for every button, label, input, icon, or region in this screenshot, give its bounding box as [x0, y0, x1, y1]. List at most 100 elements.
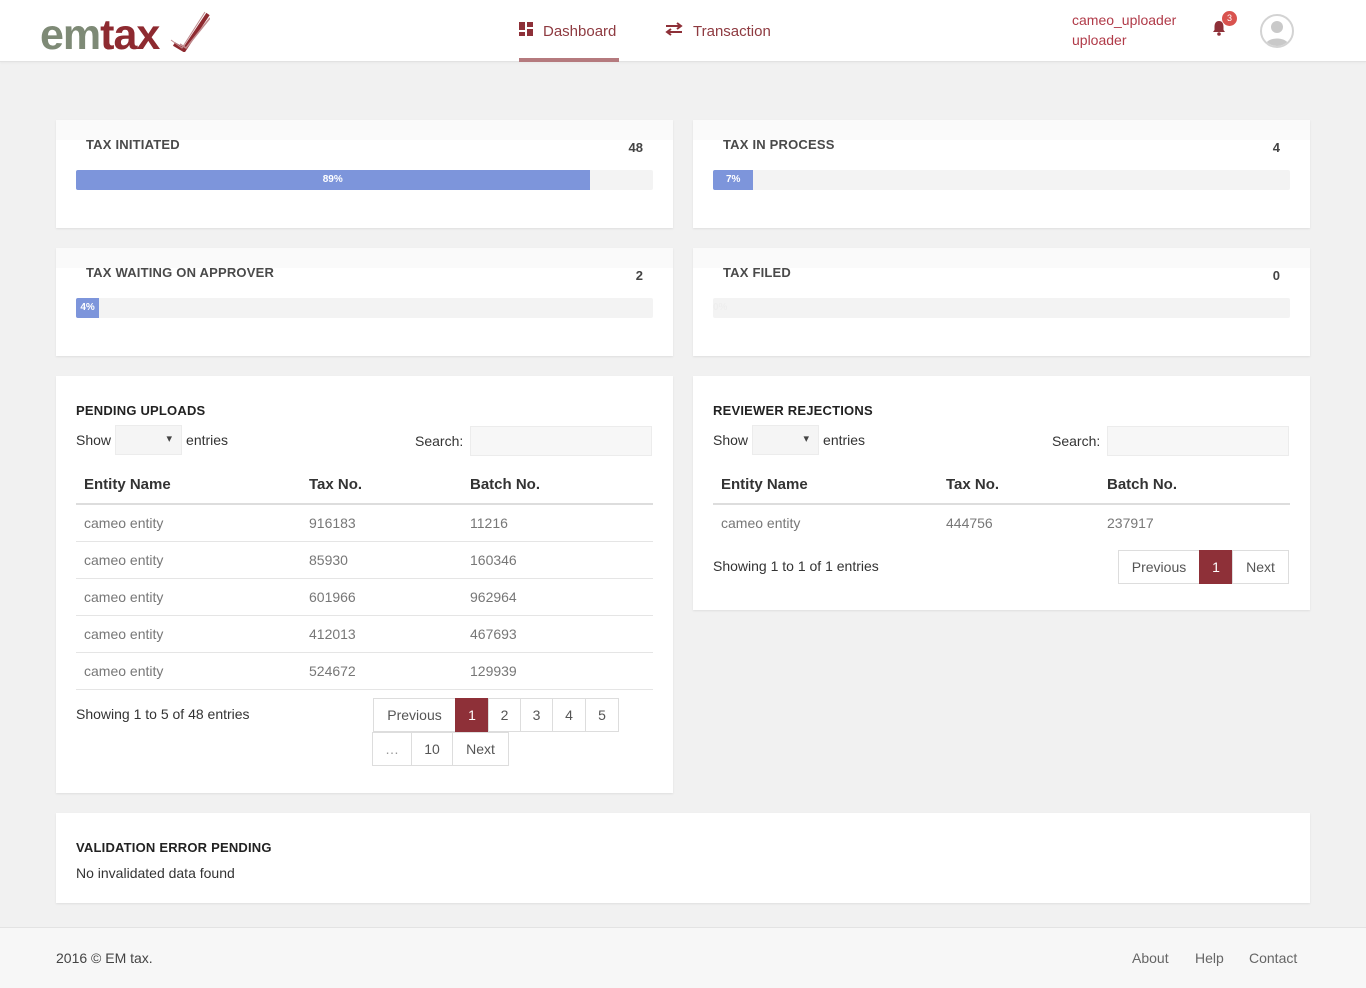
column-header[interactable]: Batch No.	[1099, 466, 1290, 505]
footer: 2016 © EM tax. About Help Contact	[0, 927, 1366, 988]
next-button[interactable]: Next	[452, 732, 509, 766]
page-button[interactable]: 1	[1199, 550, 1233, 584]
page-button[interactable]: 5	[585, 698, 619, 732]
entries-select[interactable]	[115, 425, 183, 455]
table-row[interactable]: cameo entity 524672 129939	[76, 652, 653, 690]
column-header[interactable]: Entity Name	[713, 466, 938, 505]
notification-count-badge: 3	[1222, 11, 1237, 26]
entity-name-cell: cameo entity	[721, 515, 801, 531]
footer-link-about[interactable]: About	[1132, 950, 1169, 966]
nav-transaction[interactable]: Transaction	[665, 0, 771, 62]
table-row[interactable]: cameo entity 601966 962964	[76, 578, 653, 616]
search-input[interactable]	[470, 426, 653, 456]
previous-button[interactable]: Previous	[373, 698, 456, 732]
footer-link-help[interactable]: Help	[1195, 950, 1224, 966]
entity-name-cell: cameo entity	[76, 615, 301, 653]
column-header[interactable]: Entity Name	[76, 466, 301, 505]
table-row[interactable]: cameo entity 412013 467693	[76, 615, 653, 653]
user-name: cameo_uploader	[1072, 12, 1177, 28]
previous-button[interactable]: Previous	[1118, 550, 1200, 584]
logo-checkmark-icon	[170, 11, 210, 52]
pagination: Previous 1 2 3 4 5	[373, 698, 619, 732]
section-title: PENDING UPLOADS	[76, 403, 206, 418]
page-button[interactable]: 1	[455, 698, 489, 732]
footer-link-contact[interactable]: Contact	[1249, 950, 1297, 966]
tax-no-cell: 601966	[301, 578, 462, 616]
table-row[interactable]: cameo entity 444756 237917	[713, 504, 1290, 541]
page-button[interactable]: 4	[552, 698, 586, 732]
search-control: Search:	[415, 426, 653, 456]
stat-count: 2	[635, 268, 643, 283]
empty-message: No invalidated data found	[76, 865, 235, 881]
table-row[interactable]: cameo entity 85930 160346	[76, 541, 653, 579]
stat-card-tax-initiated: TAX INITIATED 48 89%	[56, 120, 673, 228]
entries-select[interactable]	[752, 425, 820, 455]
tax-no-cell: 524672	[301, 652, 462, 690]
progress-bar: 4%	[76, 298, 653, 318]
entity-name-cell: cameo entity	[76, 541, 301, 579]
tax-no-cell: 916183	[301, 504, 462, 542]
user-menu[interactable]: cameo_uploader uploader	[1072, 10, 1176, 50]
entries-label: entries	[186, 432, 229, 448]
column-header[interactable]: Batch No.	[462, 466, 653, 505]
entity-name-cell: cameo entity	[76, 578, 301, 616]
progress-bar: 0%	[713, 298, 1290, 318]
next-button[interactable]: Next	[1232, 550, 1289, 584]
search-control: Search:	[1052, 426, 1290, 456]
progress-fill: 4%	[76, 298, 100, 318]
table-info: Showing 1 to 1 of 1 entries	[713, 558, 879, 574]
pending-uploads-table: Entity Name Tax No. Batch No. cameo enti…	[76, 466, 653, 690]
page-button[interactable]: 10	[411, 732, 453, 766]
nav-dashboard-label: Dashboard	[543, 22, 617, 40]
show-label: Show	[713, 432, 749, 448]
tax-no-cell: 444756	[946, 515, 993, 531]
section-title: REVIEWER REJECTIONS	[713, 403, 873, 418]
progress-fill: 0%	[713, 302, 728, 313]
batch-no-cell: 160346	[462, 541, 653, 579]
table-header-row: Entity Name Tax No. Batch No.	[713, 466, 1290, 505]
stat-count: 4	[1272, 140, 1280, 155]
pagination: Previous 1 Next	[1118, 550, 1289, 584]
batch-no-cell: 11216	[462, 504, 653, 542]
page-button[interactable]: 2	[488, 698, 521, 732]
nav-dashboard[interactable]: Dashboard	[519, 0, 619, 62]
show-label: Show	[76, 432, 112, 448]
column-header[interactable]: Tax No.	[301, 466, 462, 505]
entries-label: entries	[823, 432, 866, 448]
table-header-row: Entity Name Tax No. Batch No.	[76, 466, 653, 505]
dashboard-icon	[519, 22, 533, 40]
stat-card-tax-filed: TAX FILED 0 0%	[693, 248, 1310, 356]
stat-count: 48	[628, 140, 643, 155]
stat-card-tax-waiting-on-approver: TAX WAITING ON APPROVER 2 4%	[56, 248, 673, 356]
validation-error-panel: VALIDATION ERROR PENDING No invalidated …	[56, 813, 1310, 903]
entity-name-cell: cameo entity	[76, 504, 301, 542]
tax-no-cell: 412013	[301, 615, 462, 653]
length-control: Show entries	[76, 425, 228, 455]
top-header: emtax Dashboard Transaction cameo_upload…	[0, 0, 1366, 62]
avatar[interactable]	[1260, 14, 1294, 48]
stat-title: TAX IN PROCESS	[723, 137, 835, 152]
progress-fill: 89%	[76, 170, 590, 190]
progress-bar: 7%	[713, 170, 1290, 190]
emtax-logo[interactable]: emtax	[40, 10, 210, 58]
batch-no-cell: 467693	[462, 615, 653, 653]
search-label: Search:	[415, 433, 464, 449]
user-silhouette-icon	[1265, 21, 1289, 46]
table-row[interactable]: cameo entity 916183 11216	[76, 504, 653, 542]
column-header[interactable]: Tax No.	[938, 466, 1099, 505]
pending-uploads-panel: PENDING UPLOADS Show entries Search: Ent…	[56, 376, 673, 793]
reviewer-rejections-table: Entity Name Tax No. Batch No. cameo enti…	[713, 466, 1290, 541]
ellipsis: …	[372, 732, 412, 766]
tax-no-cell: 85930	[301, 541, 462, 579]
batch-no-cell: 129939	[462, 652, 653, 690]
user-role: uploader	[1072, 32, 1127, 48]
search-label: Search:	[1052, 433, 1101, 449]
stat-title: TAX INITIATED	[86, 137, 180, 152]
search-input[interactable]	[1107, 426, 1290, 456]
entity-name-cell: cameo entity	[76, 652, 301, 690]
table-info: Showing 1 to 5 of 48 entries	[76, 706, 250, 722]
pagination-second-row: … 10 Next	[372, 732, 509, 766]
page-button[interactable]: 3	[520, 698, 553, 732]
stat-card-tax-in-process: TAX IN PROCESS 4 7%	[693, 120, 1310, 228]
transfer-arrows-icon	[665, 22, 683, 40]
